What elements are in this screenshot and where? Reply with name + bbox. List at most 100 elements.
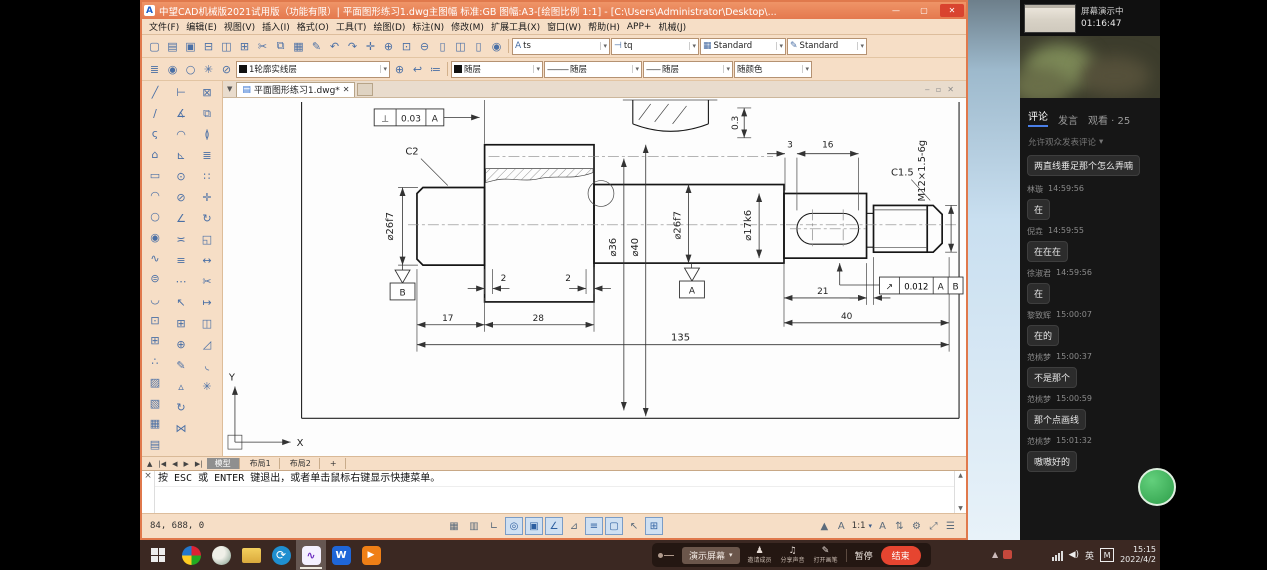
tab-model[interactable]: 模型 <box>207 458 240 469</box>
tab-last-icon[interactable]: ▶| <box>193 460 205 468</box>
paste-icon[interactable]: ▦ <box>290 38 307 55</box>
drag-handle[interactable] <box>664 555 674 556</box>
ellipse-icon[interactable]: ⊜ <box>143 268 167 289</box>
text-style-dropdown[interactable]: A ts ▾ <box>512 38 610 55</box>
tab-layout2[interactable]: 布局2 <box>282 458 320 469</box>
point-icon[interactable]: ∴ <box>143 351 167 372</box>
scale-icon[interactable]: ◱ <box>195 229 219 250</box>
doc-restore-icon[interactable]: ▫ <box>936 85 941 94</box>
annotate-pen-button[interactable]: ✎ 打开画笔 <box>814 547 838 564</box>
region-icon[interactable]: ▧ <box>143 393 167 414</box>
status-grid-icon[interactable]: ▦ <box>445 517 463 535</box>
status-menu-icon[interactable]: ☰ <box>943 517 958 535</box>
mleader-style-dropdown[interactable]: ✎ Standard ▾ <box>787 38 867 55</box>
tab-next-icon[interactable]: ▶ <box>182 460 191 468</box>
screen-thumbnail[interactable] <box>1024 4 1076 33</box>
rotate-icon[interactable]: ↻ <box>195 208 219 229</box>
spline-icon[interactable]: ∿ <box>143 248 167 269</box>
plotstyle-dropdown[interactable]: 随颜色 ▾ <box>734 61 812 78</box>
volume-icon[interactable]: ◀) <box>1069 550 1079 560</box>
annotation-visibility-icon[interactable]: ▲ <box>817 517 832 535</box>
dim-linear-icon[interactable]: ⊢ <box>169 82 193 103</box>
dim-update-icon[interactable]: ↻ <box>169 397 193 418</box>
match-properties-icon[interactable]: ✎ <box>308 38 325 55</box>
xline-icon[interactable]: ∕ <box>143 103 167 124</box>
offset-icon[interactable]: ≣ <box>195 145 219 166</box>
network-signal-icon[interactable] <box>1052 550 1063 561</box>
taskbar-app-browser[interactable] <box>176 540 206 570</box>
dim-angular-icon[interactable]: ∠ <box>169 208 193 229</box>
status-osnap-icon[interactable]: ▣ <box>525 517 543 535</box>
zoom-window-icon[interactable]: ⊡ <box>398 38 415 55</box>
dim-aligned-icon[interactable]: ∡ <box>169 103 193 124</box>
lineweight-dropdown[interactable]: —— 随层 ▾ <box>643 61 733 78</box>
polyline-icon[interactable]: ς <box>143 123 167 144</box>
status-snap-icon[interactable]: ▥ <box>465 517 483 535</box>
taskbar-app-wps[interactable]: W <box>326 540 356 570</box>
layer-previous-icon[interactable]: ↩ <box>409 61 426 78</box>
new-icon[interactable]: ▢ <box>146 38 163 55</box>
color-dropdown[interactable]: 随层 ▾ <box>451 61 543 78</box>
arc-icon[interactable]: ◠ <box>143 186 167 207</box>
annotation-sync-icon[interactable]: ⇅ <box>892 517 907 535</box>
mirror-icon[interactable]: ≬ <box>195 124 219 145</box>
clock[interactable]: 15:15 2022/4/2 <box>1120 545 1156 564</box>
taskbar-app-player[interactable]: ▶ <box>356 540 386 570</box>
layer-off-icon[interactable]: ○ <box>182 61 199 78</box>
tab-prev-icon[interactable]: ◀ <box>170 460 179 468</box>
taskbar-app-paint[interactable] <box>206 540 236 570</box>
trim-icon[interactable]: ✂ <box>195 271 219 292</box>
status-select-cycle-icon[interactable]: ↖ <box>625 517 643 535</box>
layer-manager-icon[interactable]: ≣ <box>146 61 163 78</box>
make-block-icon[interactable]: ⊞ <box>143 331 167 352</box>
tab-first-icon[interactable]: |◀ <box>156 460 168 468</box>
scroll-up-icon[interactable]: ▲ <box>958 472 963 479</box>
tab-layout1[interactable]: 布局1 <box>242 458 280 469</box>
menu-item[interactable]: 修改(M) <box>448 20 487 33</box>
viewport-named-icon[interactable]: ▯ <box>470 38 487 55</box>
webcam-video[interactable] <box>1020 36 1160 98</box>
command-close-icon[interactable]: × <box>144 471 152 481</box>
input-language[interactable]: 英 <box>1085 549 1094 562</box>
menu-item[interactable]: 插入(I) <box>259 20 293 33</box>
tab-close-icon[interactable]: ✕ <box>343 85 350 94</box>
tray-expand-icon[interactable]: ▲ <box>992 550 998 559</box>
zoom-realtime-icon[interactable]: ⊕ <box>380 38 397 55</box>
doc-minimize-icon[interactable]: ‒ <box>925 85 930 94</box>
ime-mode-icon[interactable]: M <box>1100 548 1114 562</box>
pan-icon[interactable]: ✛ <box>362 38 379 55</box>
tab-add[interactable]: + <box>322 458 346 469</box>
redo-icon[interactable]: ↷ <box>344 38 361 55</box>
print-icon[interactable]: ⊟ <box>200 38 217 55</box>
dim-radius-icon[interactable]: ⊙ <box>169 166 193 187</box>
layer-states-icon[interactable]: ≔ <box>427 61 444 78</box>
extend-icon[interactable]: ↦ <box>195 292 219 313</box>
layer-on-icon[interactable]: ◉ <box>164 61 181 78</box>
array-icon[interactable]: ∷ <box>195 166 219 187</box>
status-dyn-ucs-icon[interactable]: ▢ <box>605 517 623 535</box>
zoom-previous-icon[interactable]: ⊖ <box>416 38 433 55</box>
break-icon[interactable]: ◫ <box>195 313 219 334</box>
meeting-tray-icon[interactable] <box>1003 550 1012 559</box>
circle-icon[interactable]: ○ <box>143 206 167 227</box>
menu-item[interactable]: 文件(F) <box>146 20 182 33</box>
menu-item[interactable]: 编辑(E) <box>183 20 220 33</box>
erase-icon[interactable]: ⊠ <box>195 82 219 103</box>
close-button[interactable]: ✕ <box>940 4 964 17</box>
tab-viewers[interactable]: 观看 · 25 <box>1088 112 1130 127</box>
line-icon[interactable]: ╱ <box>143 82 167 103</box>
document-tab[interactable]: ▤ 平面图形练习1.dwg* ✕ <box>236 82 355 97</box>
fillet-icon[interactable]: ◟ <box>195 355 219 376</box>
dim-style-icon[interactable]: ⋈ <box>169 418 193 439</box>
move-icon[interactable]: ✛ <box>195 187 219 208</box>
pause-share-button[interactable]: 暂停 <box>855 549 873 562</box>
settings-gear-icon[interactable]: ⚙ <box>909 517 924 535</box>
dim-text-edit-icon[interactable]: ▵ <box>169 376 193 397</box>
mleader-icon[interactable]: ↖ <box>169 292 193 313</box>
dim-ordinate-icon[interactable]: ⊾ <box>169 145 193 166</box>
tray-overflow-icons[interactable]: ▲ <box>992 550 1012 559</box>
cut-icon[interactable]: ✂ <box>254 38 271 55</box>
dim-arc-icon[interactable]: ◠ <box>169 124 193 145</box>
linetype-dropdown[interactable]: ——— 随层 ▾ <box>544 61 642 78</box>
help-icon[interactable]: ◉ <box>488 38 505 55</box>
